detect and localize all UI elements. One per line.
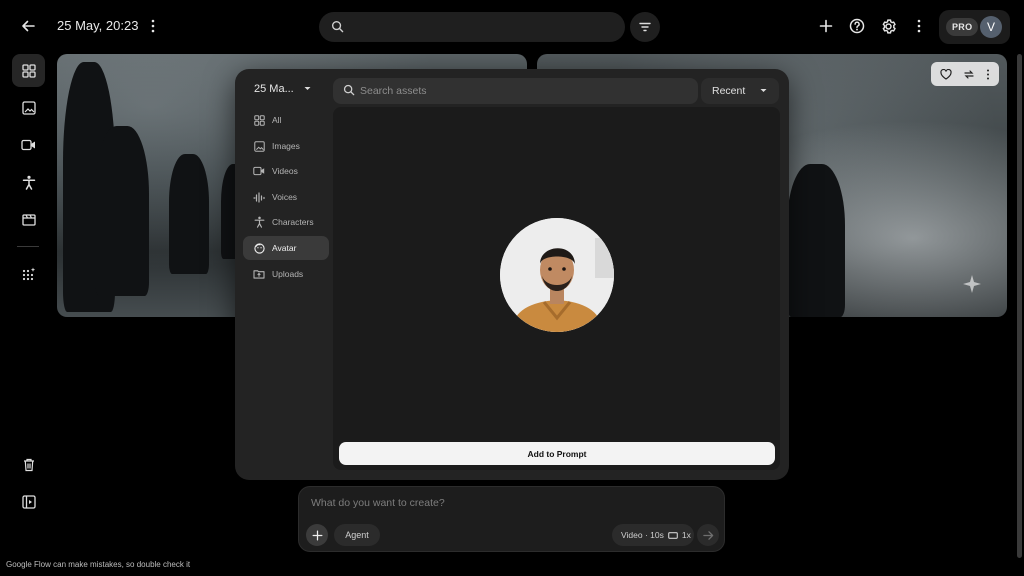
more-vertical-icon [151, 19, 155, 33]
nav-item-label: Uploads [272, 269, 304, 279]
top-search-input[interactable] [319, 12, 625, 42]
add-to-prompt-button[interactable]: Add to Prompt [339, 442, 775, 465]
asset-picker-modal: 25 Ma... Recent All Images Videos Voices… [235, 69, 789, 480]
scene-figure [95, 126, 149, 296]
plan-badge: PRO [946, 18, 979, 36]
prompt-input[interactable] [311, 497, 711, 515]
upload-folder-icon [253, 270, 265, 279]
nav-item-videos[interactable]: Videos [243, 159, 329, 183]
back-button[interactable] [12, 10, 44, 42]
prompt-composer: Agent Video · 10s 1x [298, 486, 725, 552]
plus-icon [819, 19, 833, 33]
trash-icon [23, 458, 34, 471]
image-icon [253, 140, 265, 152]
page-title: 25 May, 20:23 [57, 18, 139, 33]
reuse-icon[interactable] [963, 69, 975, 80]
scene-figure [169, 154, 209, 274]
more-menu-button[interactable] [903, 10, 935, 42]
settings-count-label: 1x [681, 530, 691, 540]
nav-item-characters[interactable]: Characters [243, 210, 329, 234]
caret-down-icon [760, 89, 767, 92]
help-button[interactable] [841, 10, 873, 42]
nav-item-avatar[interactable]: Avatar [243, 236, 329, 260]
rail-trash-button[interactable] [12, 448, 45, 481]
video-icon [21, 139, 35, 150]
title-menu-button[interactable] [137, 10, 169, 42]
rail-divider [17, 246, 39, 247]
rail-panel-button[interactable] [12, 485, 45, 518]
help-icon [849, 18, 865, 34]
avatar-asset-thumbnail[interactable] [500, 218, 614, 332]
sparkle-icon [963, 275, 981, 293]
video-icon [253, 166, 265, 176]
arrow-left-icon [22, 20, 35, 32]
top-bar: 25 May, 20:23 PRO V [0, 0, 1024, 52]
more-vertical-icon[interactable] [986, 69, 990, 80]
avatar[interactable]: V [980, 16, 1002, 38]
asset-search [333, 78, 698, 104]
nav-item-label: All [272, 115, 282, 125]
aspect-ratio-icon [668, 531, 678, 539]
image-icon [21, 100, 36, 115]
grid-icon [253, 114, 265, 126]
nav-item-uploads[interactable]: Uploads [243, 262, 329, 286]
generation-settings-button[interactable]: Video · 10s 1x [612, 524, 694, 546]
panel-icon [21, 494, 36, 509]
nav-item-label: Videos [272, 166, 298, 176]
nav-item-label: Images [272, 141, 300, 151]
disclaimer-text: Google Flow can make mistakes, so double… [6, 560, 191, 569]
settings-button[interactable] [872, 10, 904, 42]
agent-toggle[interactable]: Agent [334, 524, 380, 546]
plus-icon [312, 530, 322, 540]
tile-toolbar [931, 62, 999, 86]
caret-down-icon [304, 87, 311, 90]
more-vertical-icon [917, 19, 921, 33]
project-selector[interactable]: 25 Ma... [254, 83, 324, 99]
scene-figure [787, 164, 845, 317]
heart-icon[interactable] [940, 68, 952, 80]
add-button[interactable] [810, 10, 842, 42]
filter-icon [639, 22, 651, 32]
settings-mode-label: Video · 10s [621, 530, 664, 540]
rail-images-button[interactable] [12, 91, 45, 124]
add-media-button[interactable] [306, 524, 328, 546]
rail-apps-button[interactable] [12, 257, 45, 290]
asset-grid: Add to Prompt [333, 107, 780, 470]
avatar-icon [253, 242, 265, 254]
scenes-icon [21, 214, 36, 226]
rail-videos-button[interactable] [12, 128, 45, 161]
grid-icon [21, 63, 36, 78]
send-button[interactable] [697, 524, 719, 546]
nav-item-all[interactable]: All [243, 108, 329, 132]
account-pill[interactable]: PRO V [939, 10, 1010, 44]
nav-item-label: Avatar [272, 243, 297, 253]
nav-item-label: Voices [272, 192, 298, 202]
search-icon [343, 84, 355, 96]
arrow-right-icon [702, 530, 713, 540]
gear-icon [882, 18, 896, 34]
rail-scenes-button[interactable] [12, 203, 45, 236]
avatar-photo [500, 218, 614, 332]
project-selector-label: 25 Ma... [254, 83, 294, 95]
character-icon [22, 175, 35, 190]
voice-icon [253, 191, 265, 203]
rail-all-button[interactable] [12, 54, 45, 87]
filter-button[interactable] [630, 12, 660, 42]
nav-item-images[interactable]: Images [243, 134, 329, 158]
page-scrollbar[interactable] [1017, 54, 1022, 558]
character-icon [254, 216, 264, 228]
nav-item-label: Characters [272, 217, 314, 227]
sort-dropdown[interactable]: Recent [701, 78, 779, 104]
search-icon [331, 20, 344, 33]
nav-item-voices[interactable]: Voices [243, 185, 329, 209]
apps-icon [22, 267, 35, 280]
asset-search-input[interactable] [360, 78, 690, 104]
rail-characters-button[interactable] [12, 166, 45, 199]
sort-label: Recent [712, 85, 746, 97]
